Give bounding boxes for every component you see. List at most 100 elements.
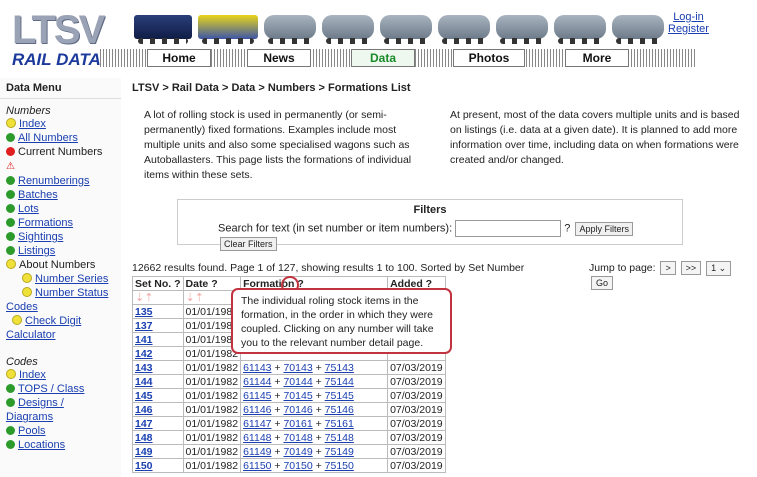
clear-filters-button[interactable]: Clear Filters bbox=[220, 237, 277, 251]
sidebar-label: About Numbers bbox=[19, 259, 96, 271]
formation-item-link[interactable]: 70144 bbox=[283, 376, 312, 388]
formation-item-link[interactable]: 75149 bbox=[325, 446, 354, 458]
sidebar-link[interactable]: Batches bbox=[18, 189, 58, 201]
sidebar-link[interactable]: Index bbox=[19, 118, 46, 130]
col-date[interactable]: Date ? bbox=[182, 276, 242, 291]
sidebar-link[interactable]: Renumberings bbox=[18, 175, 90, 187]
formation-item-link[interactable]: 75150 bbox=[325, 460, 354, 472]
sidebar-item-designs[interactable]: Designs / Diagrams bbox=[0, 396, 112, 424]
date-cell: 01/01/1982 bbox=[182, 402, 242, 417]
formation-item-link[interactable]: 61147 bbox=[243, 418, 271, 430]
formation-item-link[interactable]: 75143 bbox=[325, 362, 354, 374]
sidebar-link[interactable]: TOPS / Class bbox=[18, 383, 84, 395]
sidebar-item-index[interactable]: Index bbox=[0, 117, 121, 131]
formation-item-link[interactable]: 70148 bbox=[283, 432, 312, 444]
sidebar-item-lots[interactable]: Lots bbox=[0, 202, 121, 216]
set-number-link[interactable]: 148 bbox=[135, 432, 153, 444]
set-number-link[interactable]: 145 bbox=[135, 390, 153, 402]
formation-item-link[interactable]: 75148 bbox=[325, 432, 354, 444]
formation-item-link[interactable]: 61150 bbox=[243, 460, 271, 472]
formation-cell: 61145 + 70145 + 75145 bbox=[240, 388, 389, 403]
sidebar-link[interactable]: Number Status bbox=[35, 287, 108, 299]
sidebar-item-number-status[interactable]: Number Status bbox=[0, 286, 121, 300]
formation-item-link[interactable]: 75146 bbox=[325, 404, 354, 416]
set-number-link[interactable]: 149 bbox=[135, 446, 153, 458]
set-number-link[interactable]: 147 bbox=[135, 418, 153, 430]
sidebar-item-codes-link[interactable]: Codes bbox=[0, 300, 121, 314]
data-menu-sidebar: Data Menu Numbers Index All Numbers Curr… bbox=[0, 78, 121, 477]
formation-separator: + bbox=[312, 459, 325, 472]
sort-arrows-icon[interactable]: ⇣⇡ bbox=[132, 290, 184, 305]
nav-photos[interactable]: Photos bbox=[453, 49, 525, 67]
apply-filters-button[interactable]: Apply Filters bbox=[575, 221, 633, 236]
formation-separator: + bbox=[271, 375, 284, 388]
sidebar-item-listings[interactable]: Listings bbox=[0, 244, 121, 258]
formation-item-link[interactable]: 61143 bbox=[243, 362, 271, 374]
nav-home[interactable]: Home bbox=[147, 49, 211, 67]
sidebar-link[interactable]: Lots bbox=[18, 203, 39, 215]
next-page-button[interactable]: > bbox=[660, 261, 676, 275]
sidebar-link[interactable]: Codes bbox=[6, 301, 38, 313]
sidebar-item-renumberings[interactable]: Renumberings bbox=[0, 174, 121, 188]
sidebar-item-batches[interactable]: Batches bbox=[0, 188, 121, 202]
nav-more[interactable]: More bbox=[565, 49, 629, 67]
formation-item-link[interactable]: 61146 bbox=[243, 404, 271, 416]
sidebar-item-tops-class[interactable]: TOPS / Class bbox=[0, 382, 121, 396]
set-number-link[interactable]: 143 bbox=[135, 362, 153, 374]
formation-item-link[interactable]: 70161 bbox=[283, 418, 312, 430]
sidebar-link[interactable]: All Numbers bbox=[18, 132, 78, 144]
formation-item-link[interactable]: 75144 bbox=[325, 376, 354, 388]
formation-item-link[interactable]: 70149 bbox=[283, 446, 312, 458]
green-dot-icon bbox=[6, 398, 15, 407]
set-number-link[interactable]: 142 bbox=[135, 348, 153, 360]
sidebar-item-sightings[interactable]: Sightings bbox=[0, 230, 121, 244]
added-cell: 07/03/2019 bbox=[387, 360, 446, 375]
sidebar-item-codes-index[interactable]: Index bbox=[0, 368, 121, 382]
set-number-link[interactable]: 135 bbox=[135, 306, 153, 318]
set-number-link[interactable]: 146 bbox=[135, 404, 153, 416]
filter-search-input[interactable] bbox=[455, 220, 562, 237]
formation-item-link[interactable]: 70143 bbox=[283, 362, 312, 374]
formation-item-link[interactable]: 70150 bbox=[283, 460, 312, 472]
login-link[interactable]: Log-in bbox=[668, 11, 709, 23]
sidebar-link[interactable]: Formations bbox=[18, 217, 73, 229]
set-number-cell: 149 bbox=[132, 444, 184, 459]
formation-item-link[interactable]: 61148 bbox=[243, 432, 271, 444]
sidebar-item-formations[interactable]: Formations bbox=[0, 216, 121, 230]
sidebar-link[interactable]: Index bbox=[19, 369, 46, 381]
sidebar-link[interactable]: Number Series bbox=[35, 273, 108, 285]
sidebar-link[interactable]: Check Digit bbox=[25, 315, 81, 327]
formation-item-link[interactable]: 70146 bbox=[283, 404, 312, 416]
sidebar-link[interactable]: Calculator bbox=[6, 329, 56, 341]
formation-item-link[interactable]: 61145 bbox=[243, 390, 271, 402]
sidebar-link[interactable]: Locations bbox=[18, 439, 65, 451]
sidebar-link[interactable]: Sightings bbox=[18, 231, 63, 243]
set-number-cell: 148 bbox=[132, 430, 184, 445]
filter-help-icon[interactable]: ? bbox=[564, 222, 570, 234]
set-number-link[interactable]: 137 bbox=[135, 320, 153, 332]
formation-item-link[interactable]: 61149 bbox=[243, 446, 271, 458]
formation-item-link[interactable]: 70145 bbox=[283, 390, 312, 402]
formation-item-link[interactable]: 75161 bbox=[325, 418, 354, 430]
sidebar-item-all-numbers[interactable]: All Numbers bbox=[0, 131, 121, 145]
sidebar-item-calculator[interactable]: Calculator bbox=[0, 328, 121, 342]
register-link[interactable]: Register bbox=[668, 23, 709, 35]
sidebar-link[interactable]: Listings bbox=[18, 245, 55, 257]
set-number-link[interactable]: 144 bbox=[135, 376, 153, 388]
set-number-link[interactable]: 150 bbox=[135, 460, 153, 472]
sidebar-item-pools[interactable]: Pools bbox=[0, 424, 121, 438]
sidebar-item-check-digit[interactable]: Check Digit bbox=[0, 314, 121, 328]
page-select[interactable]: 1 ⌄ bbox=[706, 261, 732, 276]
formation-item-link[interactable]: 61144 bbox=[243, 376, 271, 388]
formation-item-link[interactable]: 75145 bbox=[325, 390, 354, 402]
last-page-button[interactable]: >> bbox=[680, 261, 702, 275]
nav-data[interactable]: Data bbox=[351, 49, 415, 67]
go-button[interactable]: Go bbox=[591, 276, 614, 290]
sidebar-link[interactable]: Pools bbox=[18, 425, 46, 437]
sidebar-item-locations[interactable]: Locations bbox=[0, 438, 121, 452]
added-cell: 07/03/2019 bbox=[387, 416, 446, 431]
nav-news[interactable]: News bbox=[247, 49, 311, 67]
col-set-no[interactable]: Set No. ? bbox=[132, 276, 184, 291]
sidebar-item-number-series[interactable]: Number Series bbox=[0, 272, 121, 286]
set-number-link[interactable]: 141 bbox=[135, 334, 153, 346]
